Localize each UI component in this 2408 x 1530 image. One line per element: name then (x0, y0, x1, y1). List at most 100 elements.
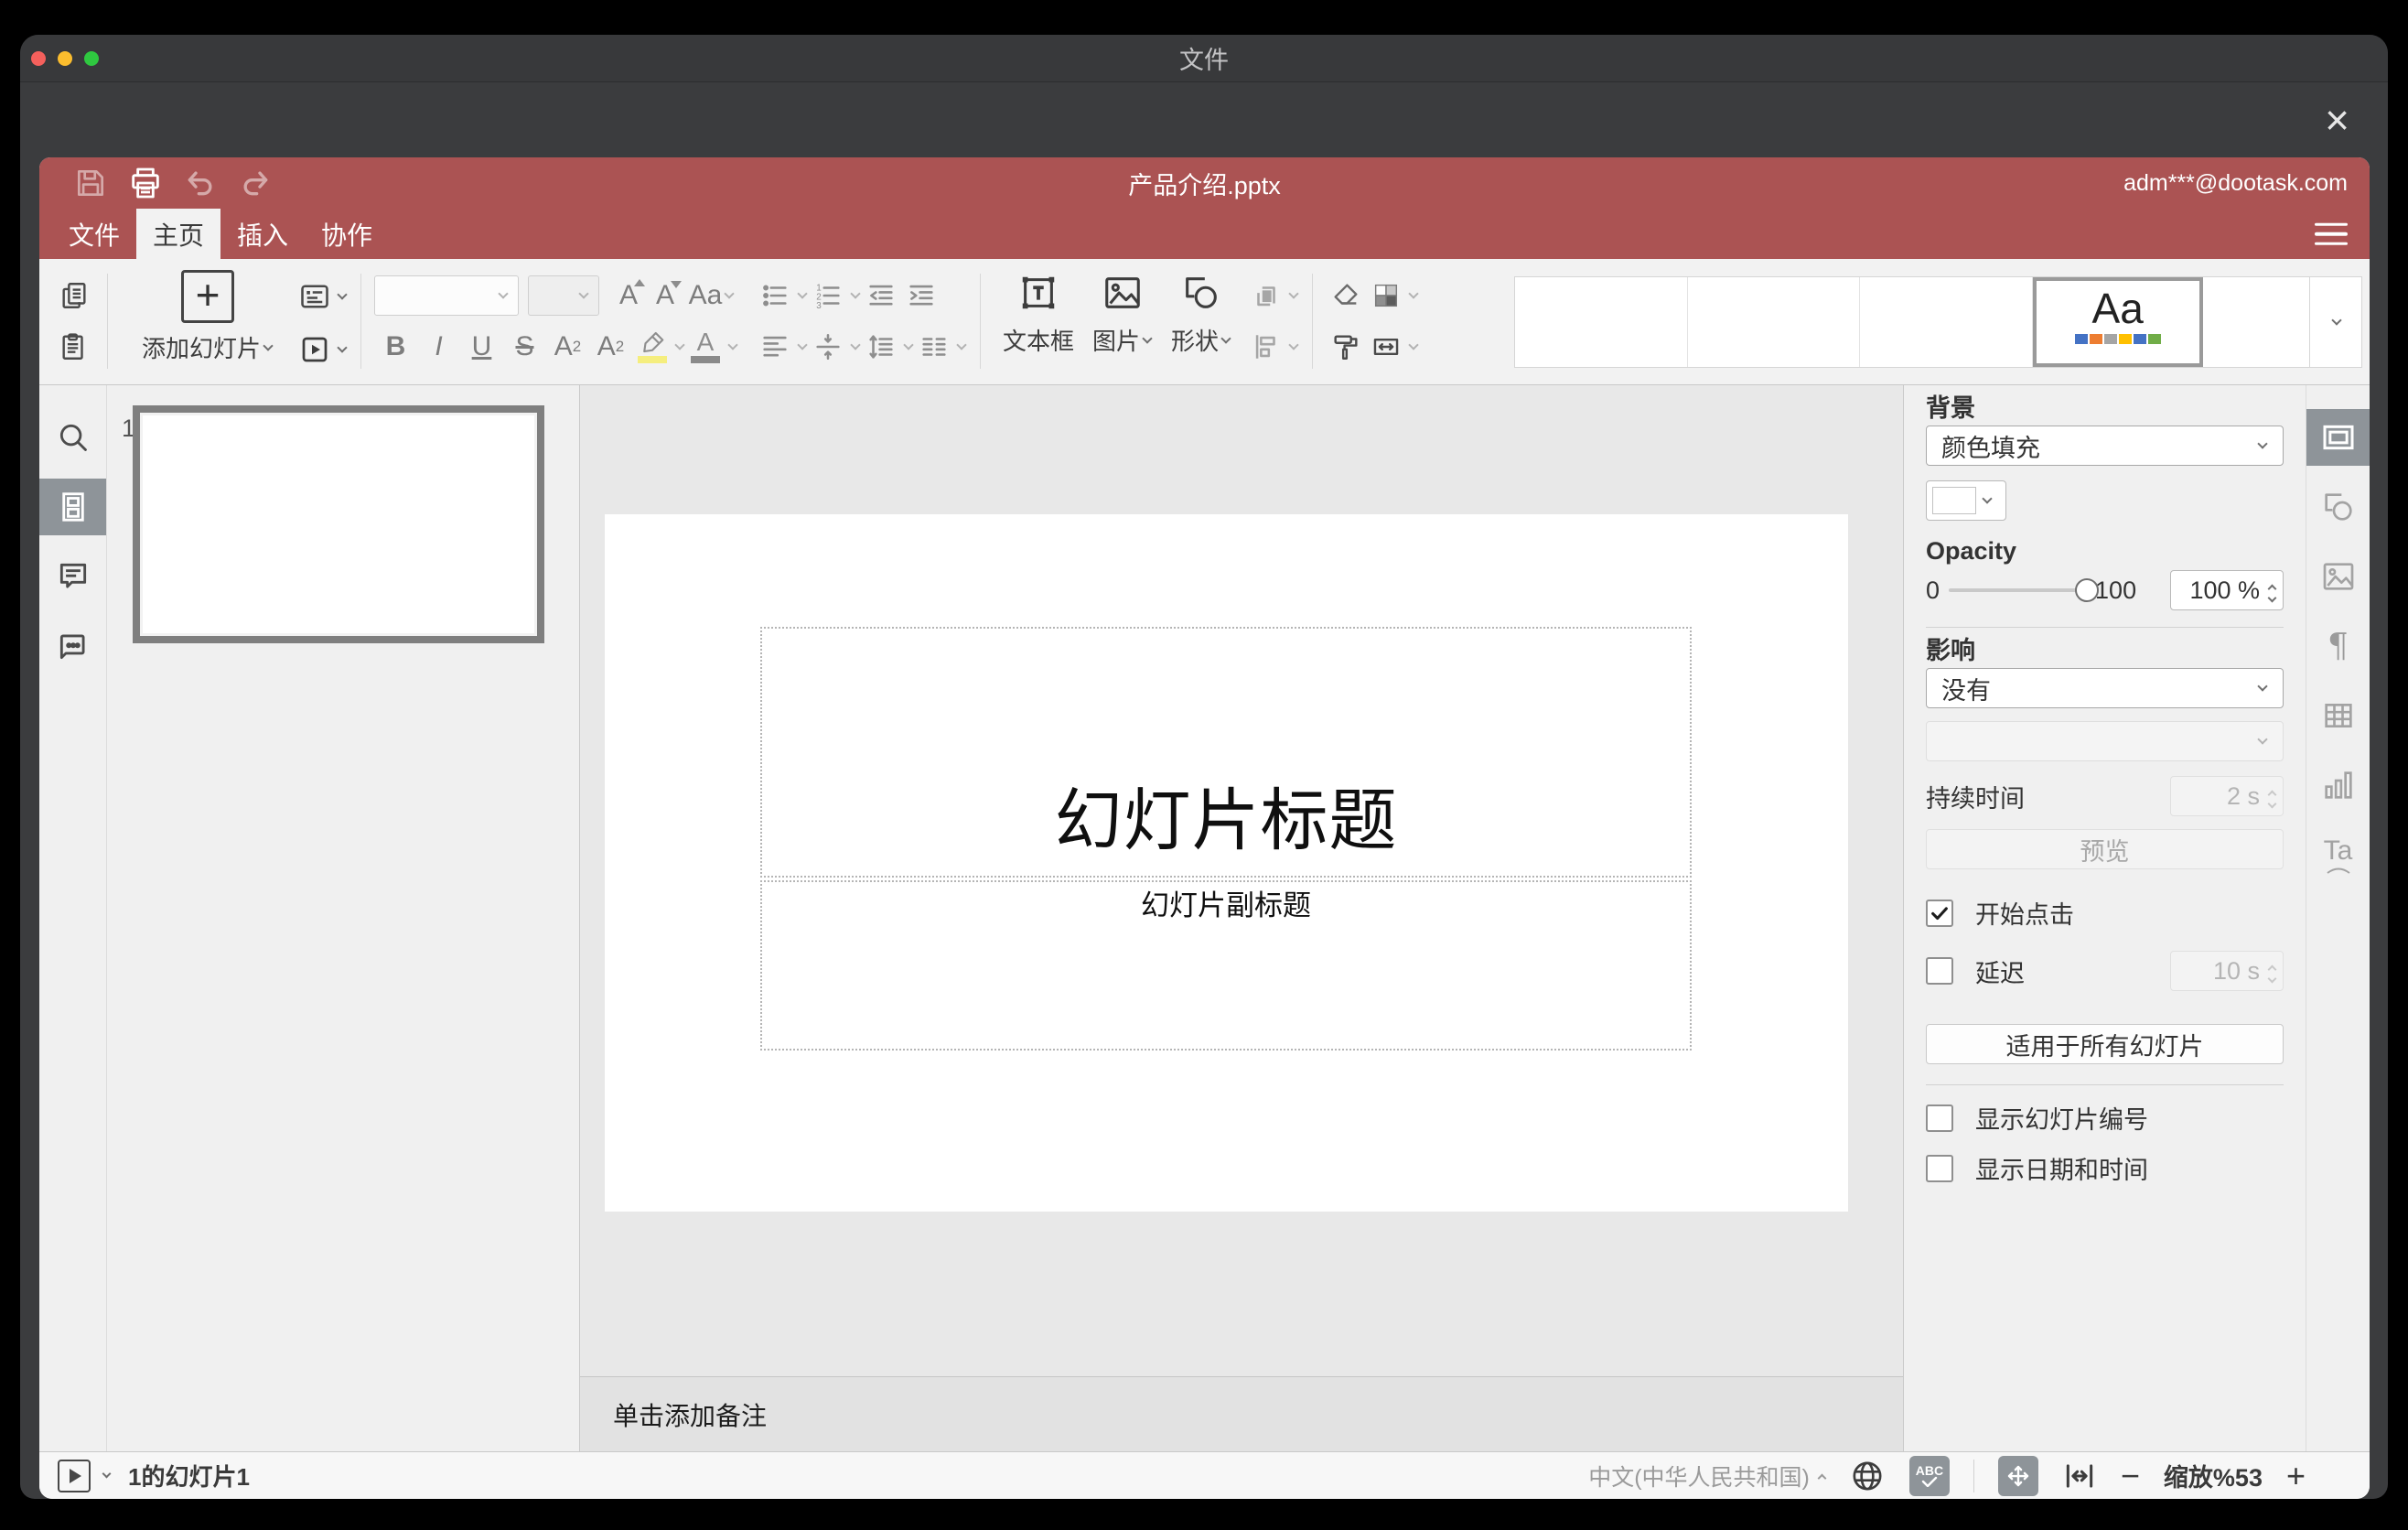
spinner-up-icon[interactable] (2267, 584, 2277, 593)
spinner-down-icon[interactable] (2267, 593, 2277, 602)
tab-file[interactable]: 文件 (52, 209, 136, 259)
theme-item[interactable] (1688, 277, 1861, 367)
change-case-button[interactable]: Aa (683, 274, 740, 318)
slide-thumbnail[interactable] (133, 405, 544, 643)
strikeout-button[interactable]: S (503, 325, 546, 369)
opacity-slider[interactable] (1949, 578, 2100, 602)
chevron-down-icon[interactable] (1288, 288, 1299, 299)
zoom-in-button[interactable]: + (2286, 1459, 2306, 1492)
theme-item[interactable] (1515, 277, 1688, 367)
chevron-down-icon[interactable] (1220, 332, 1231, 344)
chevron-down-icon[interactable] (1408, 339, 1419, 350)
font-color-button[interactable]: A (685, 325, 726, 369)
apply-to-all-slides-button[interactable]: 适用于所有幻灯片 (1926, 1024, 2284, 1064)
highlight-color-button[interactable] (632, 325, 672, 369)
slides-panel-tool[interactable] (39, 479, 106, 535)
tab-home[interactable]: 主页 (136, 209, 221, 259)
slide[interactable]: 幻灯片标题 幻灯片副标题 (605, 514, 1848, 1212)
title-placeholder[interactable]: 幻灯片标题 (760, 627, 1692, 878)
subscript-button[interactable]: A2 (589, 325, 632, 369)
bullets-button[interactable] (755, 274, 795, 318)
theme-item[interactable] (2203, 277, 2309, 367)
vertical-align-button[interactable] (808, 325, 848, 369)
superscript-button[interactable]: A2 (546, 325, 589, 369)
tab-collaboration[interactable]: 协作 (305, 209, 389, 259)
slide-settings-tool[interactable] (2306, 409, 2370, 466)
insert-textbox-button[interactable]: 文本框 (1003, 259, 1074, 357)
effect-select[interactable]: 没有 (1926, 668, 2284, 708)
delay-checkbox[interactable] (1926, 957, 1953, 985)
menu-icon[interactable] (2315, 222, 2348, 245)
theme-gallery-expand-button[interactable] (2310, 276, 2362, 368)
chevron-down-icon[interactable] (1288, 339, 1299, 350)
chevron-down-icon[interactable] (337, 342, 348, 353)
add-slide-button[interactable]: + 添加幻灯片 (121, 270, 295, 376)
spellcheck-toggle[interactable]: ABC (1908, 1455, 1950, 1496)
show-date-time-row[interactable]: 显示日期和时间 (1926, 1150, 2284, 1186)
align-shape-button[interactable] (1246, 325, 1286, 369)
copy-button[interactable] (54, 274, 94, 318)
start-on-click-row[interactable]: 开始点击 (1926, 895, 2284, 931)
show-slide-number-checkbox[interactable] (1926, 1104, 1953, 1132)
chevron-down-icon[interactable] (956, 339, 967, 350)
italic-button[interactable]: I (417, 325, 460, 369)
columns-button[interactable] (914, 325, 954, 369)
font-size-select[interactable] (528, 275, 599, 316)
arrange-shape-button[interactable] (1246, 274, 1286, 318)
theme-item[interactable] (1860, 277, 2033, 367)
chevron-down-icon[interactable] (727, 339, 738, 350)
chevron-down-icon[interactable] (850, 339, 861, 350)
chevron-down-icon[interactable] (263, 339, 274, 351)
notes-area[interactable]: 单击添加备注 (580, 1376, 1903, 1451)
background-fill-select[interactable]: 颜色填充 (1926, 426, 2284, 466)
start-preview-button[interactable] (58, 1459, 91, 1492)
chevron-down-icon[interactable] (1408, 288, 1419, 299)
language-selector[interactable]: 中文(中华人民共和国) (1588, 1460, 1827, 1492)
clear-style-button[interactable] (1326, 274, 1366, 318)
underline-button[interactable]: U (460, 325, 503, 369)
background-color-picker[interactable] (1926, 480, 2006, 521)
decrease-indent-button[interactable] (861, 274, 901, 318)
chevron-down-icon[interactable] (797, 339, 808, 350)
fit-width-button[interactable] (2062, 1459, 2097, 1493)
subtitle-placeholder[interactable]: 幻灯片副标题 (760, 880, 1692, 1051)
copy-style-button[interactable] (1326, 325, 1366, 369)
line-spacing-button[interactable] (861, 325, 901, 369)
chat-tool[interactable] (39, 618, 106, 674)
slide-workspace[interactable]: 幻灯片标题 幻灯片副标题 (580, 385, 1903, 1376)
color-scheme-button[interactable] (1366, 274, 1406, 318)
search-tool[interactable] (39, 409, 106, 466)
chevron-down-icon[interactable] (903, 339, 914, 350)
horizontal-align-button[interactable] (755, 325, 795, 369)
bold-button[interactable]: B (374, 325, 417, 369)
fit-slide-button[interactable] (1997, 1455, 2038, 1496)
insert-image-button[interactable]: 图片 (1092, 259, 1153, 357)
change-layout-button[interactable] (295, 275, 335, 318)
increase-indent-button[interactable] (901, 274, 941, 318)
chevron-down-icon[interactable] (724, 288, 736, 299)
chevron-down-icon[interactable] (102, 1469, 112, 1479)
close-icon[interactable]: × (2325, 99, 2349, 141)
increase-font-button[interactable]: A (610, 274, 647, 318)
chevron-down-icon[interactable] (797, 288, 808, 299)
slider-thumb[interactable] (2075, 578, 2100, 602)
paste-button[interactable] (54, 325, 94, 369)
delay-row[interactable]: 延迟 10 s (1926, 951, 2284, 991)
insert-shape-button[interactable]: 形状 (1171, 259, 1231, 357)
chevron-down-icon[interactable] (1142, 332, 1153, 344)
start-slideshow-button[interactable] (295, 328, 335, 372)
show-date-time-checkbox[interactable] (1926, 1154, 1953, 1182)
set-language-button[interactable] (1849, 1458, 1886, 1494)
slide-size-button[interactable] (1366, 325, 1406, 369)
chevron-down-icon[interactable] (337, 289, 348, 300)
show-slide-number-row[interactable]: 显示幻灯片编号 (1926, 1100, 2284, 1136)
chevron-down-icon[interactable] (850, 288, 861, 299)
theme-item-selected[interactable]: Aa (2032, 277, 2203, 367)
chevron-down-icon[interactable] (674, 339, 685, 350)
comments-tool[interactable] (39, 548, 106, 605)
zoom-out-button[interactable]: − (2121, 1459, 2140, 1492)
font-name-select[interactable] (374, 275, 519, 316)
decrease-font-button[interactable]: A (647, 274, 683, 318)
numbering-button[interactable]: 123 (808, 274, 848, 318)
opacity-spinner[interactable]: 100 % (2170, 570, 2284, 610)
